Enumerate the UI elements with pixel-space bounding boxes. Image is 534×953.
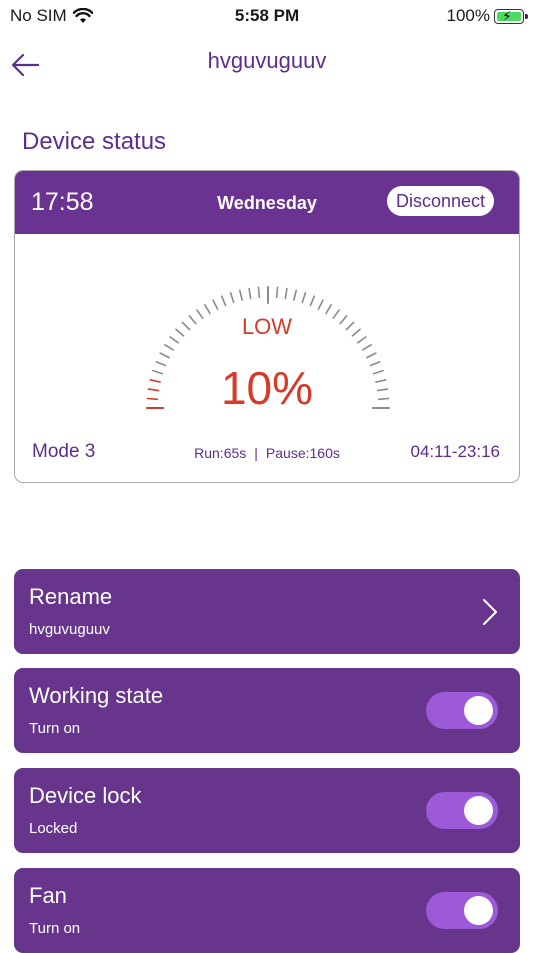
toggle-knob bbox=[464, 696, 493, 725]
gauge-tick bbox=[220, 295, 227, 307]
fan-title: Fan bbox=[29, 883, 67, 908]
gauge-tick bbox=[366, 352, 377, 359]
gauge-tick bbox=[301, 292, 307, 304]
gauge-tick bbox=[309, 295, 316, 307]
rename-value: hvguvuguuv bbox=[29, 621, 110, 638]
gauge-tick bbox=[239, 289, 243, 301]
gauge-tick bbox=[293, 289, 298, 301]
device-lock-toggle[interactable] bbox=[426, 792, 498, 829]
gauge-tick bbox=[212, 299, 219, 310]
fan-row: Fan Turn on bbox=[14, 868, 520, 953]
working-state-row: Working state Turn on bbox=[14, 668, 520, 753]
fan-value: Turn on bbox=[29, 920, 81, 937]
chevron-right-icon bbox=[483, 599, 497, 625]
device-lock-title: Device lock bbox=[29, 783, 142, 808]
gauge-tick bbox=[361, 344, 373, 351]
working-state-value: Turn on bbox=[29, 720, 81, 737]
working-state-title: Working state bbox=[29, 683, 164, 708]
gauge-tick bbox=[275, 286, 279, 299]
working-state-toggle[interactable] bbox=[426, 692, 498, 729]
battery-icon: ⚡ bbox=[494, 8, 528, 24]
gauge-tick bbox=[257, 286, 261, 299]
level-percent: 10% bbox=[220, 362, 314, 414]
rename-title: Rename bbox=[29, 584, 113, 609]
gauge-tick bbox=[317, 299, 324, 310]
gauge-tick bbox=[159, 352, 170, 359]
status-bar: No SIM 5:58 PM 100% ⚡ bbox=[0, 0, 534, 32]
device-time: 17:58 bbox=[31, 188, 94, 216]
gauge-tick bbox=[284, 287, 288, 300]
nav-bar: hvguvuguuv bbox=[0, 40, 534, 84]
battery-percent: 100% bbox=[446, 6, 490, 25]
device-lock-row: Device lock Locked bbox=[14, 768, 520, 853]
card-header: 17:58 Wednesday Disconnect bbox=[15, 171, 519, 234]
page-title: hvguvuguuv bbox=[207, 48, 327, 73]
schedule-time-range: 04:11-23:16 bbox=[410, 442, 500, 461]
device-status-card: 17:58 Wednesday Disconnect LOW 10% Mode … bbox=[14, 170, 520, 483]
gauge-tick bbox=[248, 287, 252, 300]
gauge-tick bbox=[164, 344, 175, 351]
section-title-device-status: Device status bbox=[22, 128, 167, 155]
level-label: LOW bbox=[241, 314, 293, 339]
toggle-knob bbox=[464, 896, 493, 925]
gauge-tick bbox=[325, 304, 333, 315]
device-lock-value: Locked bbox=[29, 820, 78, 837]
fan-toggle[interactable] bbox=[426, 892, 498, 929]
gauge-tick bbox=[229, 292, 235, 304]
run-duration: Run:65s bbox=[194, 445, 247, 461]
toggle-knob bbox=[464, 796, 493, 825]
rename-row[interactable]: Rename hvguvuguuv bbox=[14, 569, 520, 654]
disconnect-button[interactable]: Disconnect bbox=[386, 186, 494, 216]
status-bar-right: 100% ⚡ bbox=[446, 6, 528, 26]
pause-duration: Pause:160s bbox=[265, 445, 340, 461]
gauge-tick bbox=[204, 304, 211, 315]
run-pause-separator: | bbox=[254, 445, 258, 461]
